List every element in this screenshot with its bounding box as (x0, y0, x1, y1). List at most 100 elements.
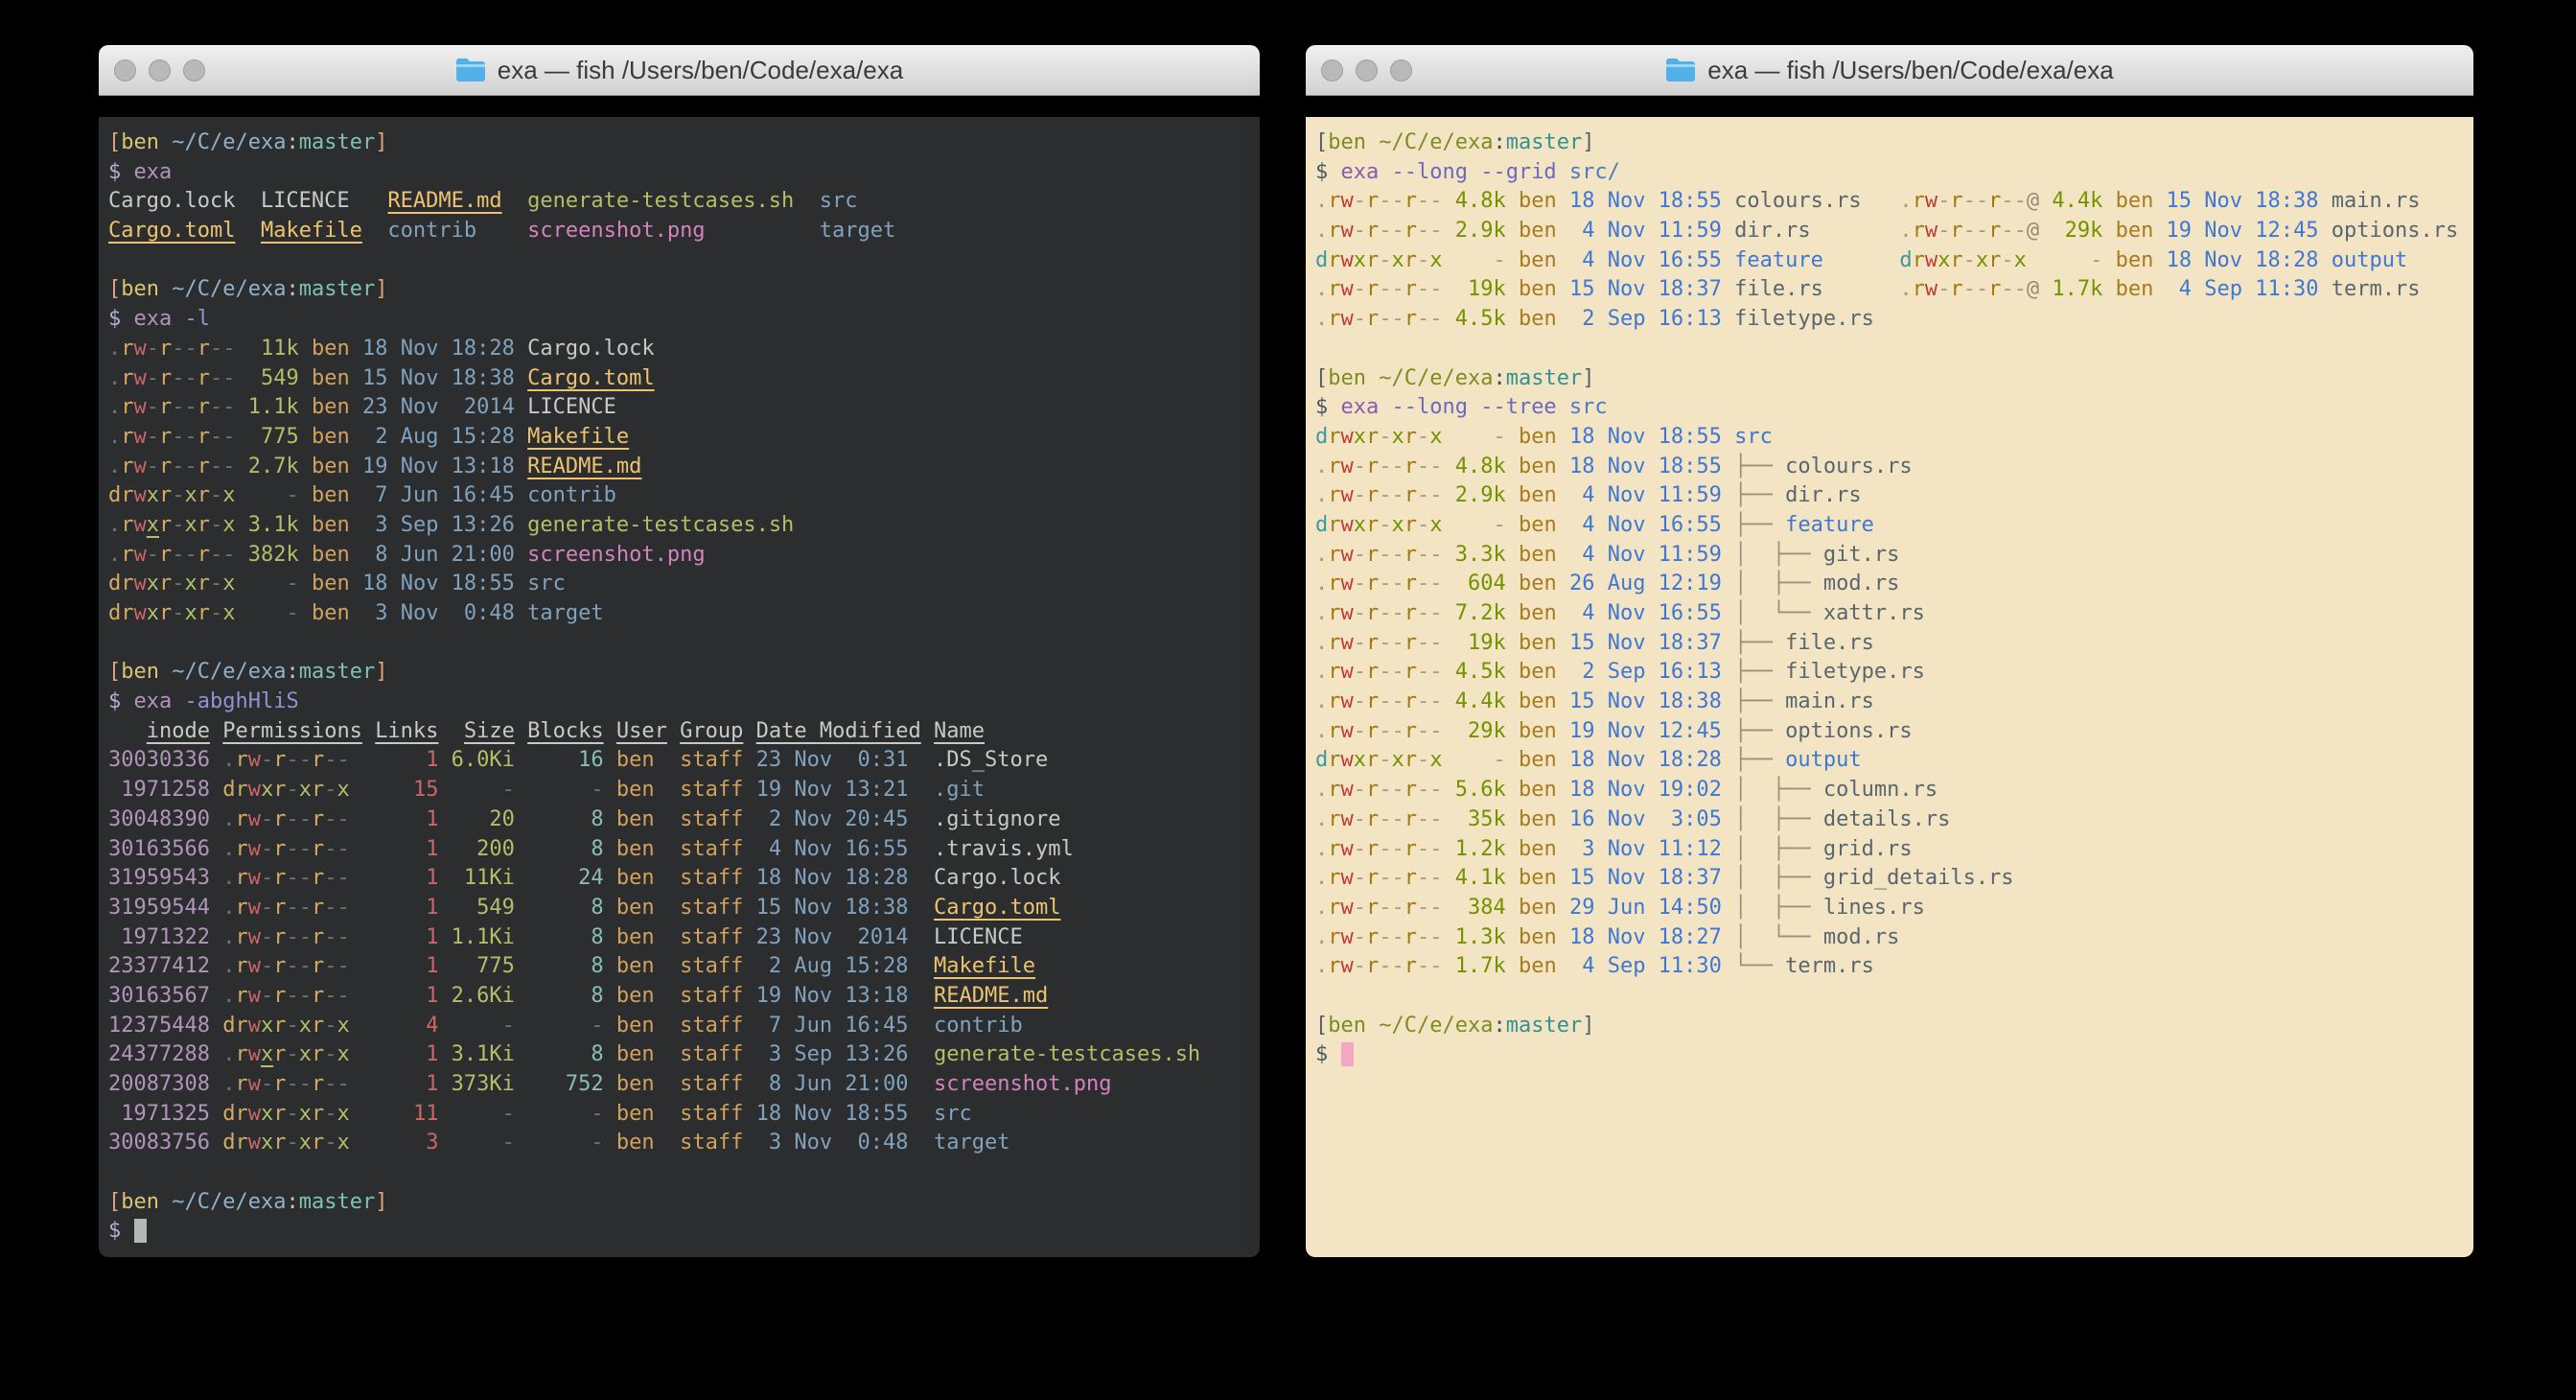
text-run: r (121, 455, 133, 478)
text-run (159, 277, 172, 301)
text-run: r (235, 807, 247, 831)
zoom-button[interactable] (183, 59, 205, 82)
text-run: x (261, 1014, 273, 1038)
text-run: 3 Sep 13:26 (350, 513, 515, 537)
text-run: dir.rs (1785, 483, 1861, 507)
text-run (210, 719, 222, 743)
text-run: ben (2102, 219, 2153, 243)
text-run: 11k (236, 337, 299, 361)
terminal-line: .rw-r--r-- 19k ben 15 Nov 18:37 file.rs … (1315, 275, 2473, 305)
text-run: . (1315, 189, 1328, 213)
text-run: - (1354, 455, 1366, 478)
text-run: -- (1963, 189, 1989, 213)
text-run: r (1328, 837, 1340, 861)
terminal-screen[interactable]: [ben ~/C/e/exa:master]$ exaCargo.lock LI… (99, 117, 1260, 1257)
window-title: exa — fish /Users/ben/Code/exa/exa (1707, 56, 2113, 85)
text-run: master (1506, 1014, 1582, 1038)
desktop: { "chrome": { "titlebar_bg_top": "#f0f0f… (0, 0, 2576, 1400)
terminal-screen[interactable]: [ben ~/C/e/exa:master]$ exa --long --gri… (1306, 117, 2473, 1257)
text-run (362, 219, 388, 243)
text-run: -- (172, 337, 197, 361)
text-run: -- (286, 748, 312, 772)
text-run: -- (1379, 631, 1404, 655)
text-run: - (1938, 189, 1950, 213)
text-run: w (1925, 219, 1938, 243)
terminal-line: .rw-r--r-- 3.3k ben 4 Nov 11:59 │ ├── gi… (1315, 541, 2473, 571)
text-run: 24377288 (108, 1042, 210, 1066)
text-run: r (235, 866, 247, 890)
text-run: 1971322 (108, 925, 210, 949)
text-run: r (1404, 748, 1417, 772)
text-run: w (134, 395, 147, 419)
text-run: ├── (1722, 483, 1785, 507)
text-run: r (1328, 807, 1340, 831)
text-run: r (273, 954, 286, 978)
text-run: r (1404, 277, 1417, 301)
terminal-line: [ben ~/C/e/exa:master] (108, 658, 1260, 688)
text-run: - (147, 366, 159, 390)
text-run: screenshot.png (934, 1072, 1111, 1096)
text-run: - (172, 483, 184, 507)
text-run (909, 1102, 935, 1126)
text-run: - (261, 1072, 273, 1096)
text-run: 12375448 (108, 1014, 210, 1038)
terminal-window-light[interactable]: exa — fish /Users/ben/Code/exa/exa [ben … (1306, 45, 2473, 1257)
zoom-button[interactable] (1390, 59, 1412, 82)
folder-icon (1665, 58, 1696, 82)
text-run: -- (1417, 719, 1443, 743)
terminal-line: .rw-r--r-- 29k ben 19 Nov 12:45 ├── opti… (1315, 717, 2473, 747)
text-run: r (1366, 689, 1379, 713)
minimize-button[interactable] (1356, 59, 1378, 82)
text-run: 4.8k (1443, 189, 1506, 213)
text-run: - (1938, 277, 1950, 301)
text-run: 15 (350, 778, 439, 802)
text-run: README.md (527, 455, 641, 478)
text-run: w (248, 748, 261, 772)
text-run: 15 Nov 18:38 (2153, 189, 2318, 213)
text-run: . (108, 337, 121, 361)
terminal-line: .rw-r--r-- 1.1k ben 23 Nov 2014 LICENCE (108, 393, 1260, 423)
text-run: - (438, 1102, 514, 1126)
text-run: r (1366, 572, 1379, 595)
text-run: - (1354, 572, 1366, 595)
text-run: contrib (527, 483, 616, 507)
text-run: -- (1417, 954, 1443, 978)
terminal-line: .rw-r--r-- 4.4k ben 15 Nov 18:38 ├── mai… (1315, 688, 2473, 717)
text-run: . (1315, 455, 1328, 478)
text-run: feature (1734, 248, 1823, 272)
close-button[interactable] (114, 59, 136, 82)
text-run: w (134, 337, 147, 361)
titlebar[interactable]: exa — fish /Users/ben/Code/exa/exa (99, 45, 1260, 96)
text-run: src/ (1557, 160, 1620, 184)
close-button[interactable] (1321, 59, 1343, 82)
text-run (362, 719, 375, 743)
text-run: 775 (438, 954, 514, 978)
text-run: Cargo.lock (515, 337, 655, 361)
text-run: -- (172, 395, 197, 419)
text-run: 1 (350, 1042, 439, 1066)
text-run (743, 719, 755, 743)
minimize-button[interactable] (149, 59, 171, 82)
terminal-line: .rw-r--r-- 549 ben 15 Nov 18:38 Cargo.to… (108, 364, 1260, 394)
text-run: [ (108, 130, 121, 154)
text-run: -- (1417, 631, 1443, 655)
text-run: r (197, 543, 210, 567)
text-run (909, 1131, 935, 1155)
text-run: r (235, 925, 247, 949)
titlebar[interactable]: exa — fish /Users/ben/Code/exa/exa (1306, 45, 2473, 96)
text-run: -- (1417, 277, 1443, 301)
text-run: . (210, 1042, 236, 1066)
text-run: - (1379, 248, 1391, 272)
text-run: feature (1785, 513, 1874, 537)
text-run: - (1354, 219, 1366, 243)
text-run: r (1404, 689, 1417, 713)
text-run: - (1354, 483, 1366, 507)
text-run: - (438, 1014, 514, 1038)
text-run: ben (1506, 896, 1557, 920)
text-run: . (1315, 277, 1328, 301)
text-run: 4.8k (1443, 455, 1506, 478)
text-run: -- (286, 807, 312, 831)
terminal-line: drwxr-xr-x - ben 4 Nov 16:55 ├── feature (1315, 511, 2473, 541)
text-run: r (1366, 277, 1379, 301)
terminal-window-dark[interactable]: exa — fish /Users/ben/Code/exa/exa [ben … (99, 45, 1260, 1257)
